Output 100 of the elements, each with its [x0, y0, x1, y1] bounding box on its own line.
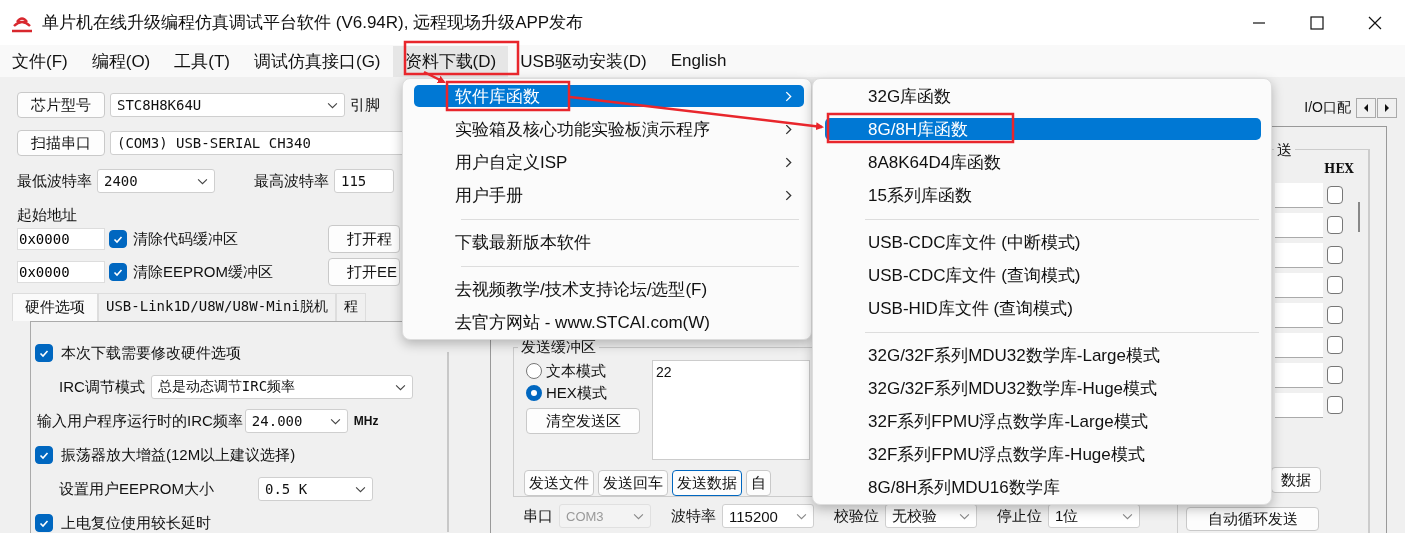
string-field[interactable] — [1275, 272, 1323, 298]
tab[interactable]: I/O口配 — [1300, 99, 1355, 117]
open-file-button[interactable]: 打开EE — [328, 258, 400, 286]
scroll-left-icon[interactable] — [1356, 98, 1376, 118]
unit-label: MHz — [353, 414, 379, 428]
max-baud-label: 最高波特率 — [254, 171, 329, 191]
setting-label: 停止位 — [997, 506, 1042, 526]
hex-checkbox[interactable] — [1327, 396, 1343, 414]
menu-item[interactable]: 15系列库函数 — [825, 179, 1261, 212]
menu-item[interactable]: 工具(T) — [162, 45, 242, 77]
setting-label: 校验位 — [834, 506, 879, 526]
hex-checkbox[interactable] — [1327, 306, 1343, 324]
chip-select[interactable]: STC8H8K64U — [110, 93, 345, 117]
menu-item[interactable]: USB-CDC库文件 (中断模式) — [825, 226, 1261, 259]
hex-checkbox[interactable] — [1327, 276, 1343, 294]
send-button[interactable]: 发送回车 — [598, 470, 668, 496]
setting-select[interactable]: 115200 — [722, 504, 814, 528]
hex-checkbox[interactable] — [1327, 186, 1343, 204]
scroll-right-icon[interactable] — [1377, 98, 1397, 118]
menu-item[interactable]: 调试仿真接口(G) — [242, 45, 393, 77]
menu-item[interactable]: 用户手册 — [414, 179, 804, 212]
chevron-down-icon — [394, 383, 406, 391]
string-field[interactable] — [1275, 362, 1323, 388]
chip-model-button[interactable]: 芯片型号 — [17, 92, 105, 118]
menu-item[interactable]: 下载最新版本软件 — [414, 226, 804, 259]
menu-item[interactable]: USB-HID库文件 (查询模式) — [825, 292, 1261, 325]
close-icon[interactable] — [1367, 14, 1383, 31]
hex-checkbox[interactable] — [1327, 366, 1343, 384]
radio-label: 文本模式 — [546, 361, 606, 381]
checkbox[interactable] — [109, 230, 127, 248]
chevron-down-icon — [327, 101, 338, 109]
menu-item[interactable]: 去视频教学/技术支持论坛/选型(F) — [414, 273, 804, 306]
group-title: 送 — [1274, 141, 1295, 159]
scrollbar[interactable] — [1358, 202, 1360, 232]
checkbox[interactable] — [35, 446, 53, 464]
maximize-icon[interactable] — [1309, 14, 1325, 31]
send-button[interactable]: 自 — [746, 470, 771, 496]
menu-item[interactable]: 32G/32F系列MDU32数学库-Huge模式 — [825, 372, 1261, 405]
send-data-button[interactable]: 数据 — [1271, 467, 1321, 493]
checkbox[interactable] — [35, 514, 53, 532]
option-select[interactable]: 24.000 — [244, 409, 348, 433]
string-field[interactable] — [1275, 392, 1323, 418]
chevron-down-icon — [355, 485, 366, 493]
radio-button[interactable] — [526, 363, 542, 379]
chevron-down-icon — [633, 512, 644, 520]
setting-select[interactable]: 无校验 — [885, 504, 977, 528]
string-field[interactable] — [1275, 332, 1323, 358]
checkbox-label: 上电复位使用较长延时 — [61, 513, 211, 533]
checkbox[interactable] — [109, 263, 127, 281]
menu-item[interactable]: USB驱动安装(D) — [508, 45, 659, 77]
hex-checkbox[interactable] — [1327, 246, 1343, 264]
tab[interactable]: USB-Link1D/U8W/U8W-Mini脱机 — [98, 293, 336, 321]
option-select[interactable]: 总是动态调节IRC频率 — [150, 375, 413, 399]
checkbox[interactable] — [35, 344, 53, 362]
menu-item[interactable]: 32G库函数 — [825, 80, 1261, 113]
menu-item[interactable]: USB-CDC库文件 (查询模式) — [825, 259, 1261, 292]
menu-item[interactable]: 用户自定义ISP — [414, 146, 804, 179]
send-button[interactable]: 发送数据 — [672, 470, 742, 496]
chevron-down-icon — [959, 512, 970, 520]
min-baud-select[interactable]: 2400 — [97, 169, 215, 193]
address-field[interactable]: 0x0000 — [17, 261, 105, 283]
menu-item[interactable]: 8A8K64D4库函数 — [825, 146, 1261, 179]
option-select[interactable]: 0.5 K — [258, 477, 373, 501]
menu-item[interactable]: English — [658, 47, 739, 75]
pin-label: 引脚 — [350, 95, 380, 115]
scan-port-button[interactable]: 扫描串口 — [17, 130, 105, 156]
setting-label: 串口 — [523, 506, 553, 526]
menu-item[interactable]: 32G/32F系列MDU32数学库-Large模式 — [825, 339, 1261, 372]
menu-item[interactable]: 文件(F) — [0, 45, 80, 77]
string-field[interactable] — [1275, 212, 1323, 238]
string-field[interactable] — [1275, 182, 1323, 208]
menu-item[interactable]: 编程(O) — [79, 45, 163, 77]
send-text-area[interactable]: 22 — [652, 360, 810, 460]
tab[interactable]: 程 — [335, 293, 366, 321]
setting-select[interactable]: 1位 — [1048, 504, 1140, 528]
address-field[interactable]: 0x0000 — [17, 228, 105, 250]
start-address-label: 起始地址 — [17, 206, 78, 225]
menu-item[interactable]: 去官方网站 - www.STCAI.com(W) — [414, 306, 804, 339]
clear-button[interactable]: 清空发送区 — [526, 408, 640, 434]
open-file-button[interactable]: 打开程 — [328, 225, 400, 253]
auto-send-button[interactable]: 自动循环发送 — [1186, 507, 1319, 531]
hex-checkbox[interactable] — [1327, 336, 1343, 354]
menu-item[interactable]: 软件库函数 — [414, 85, 804, 107]
annotation-arrow — [423, 70, 446, 84]
menu-item[interactable]: 实验箱及核心功能实验板演示程序 — [414, 113, 804, 146]
menu-item[interactable]: 32F系列FPMU浮点数学库-Large模式 — [825, 405, 1261, 438]
send-button[interactable]: 发送文件 — [524, 470, 594, 496]
tab[interactable]: 硬件选项 — [12, 293, 98, 321]
option-label: 输入用户程序运行时的IRC频率 — [37, 411, 243, 431]
menu-item[interactable]: 32F系列FPMU浮点数学库-Huge模式 — [825, 438, 1261, 471]
menu-item[interactable]: 资料下载(D) — [392, 45, 509, 77]
menu-item[interactable]: 8G/8H系列MDU16数学库 — [825, 471, 1261, 504]
max-baud-select[interactable]: 115 — [334, 169, 394, 193]
string-field[interactable] — [1275, 302, 1323, 328]
option-label: IRC调节模式 — [59, 377, 145, 397]
string-field[interactable] — [1275, 242, 1323, 268]
checkbox-label: 清除代码缓冲区 — [133, 229, 238, 249]
radio-button[interactable] — [526, 385, 542, 401]
menu-item[interactable]: 8G/8H库函数 — [825, 118, 1261, 140]
hex-checkbox[interactable] — [1327, 216, 1343, 234]
